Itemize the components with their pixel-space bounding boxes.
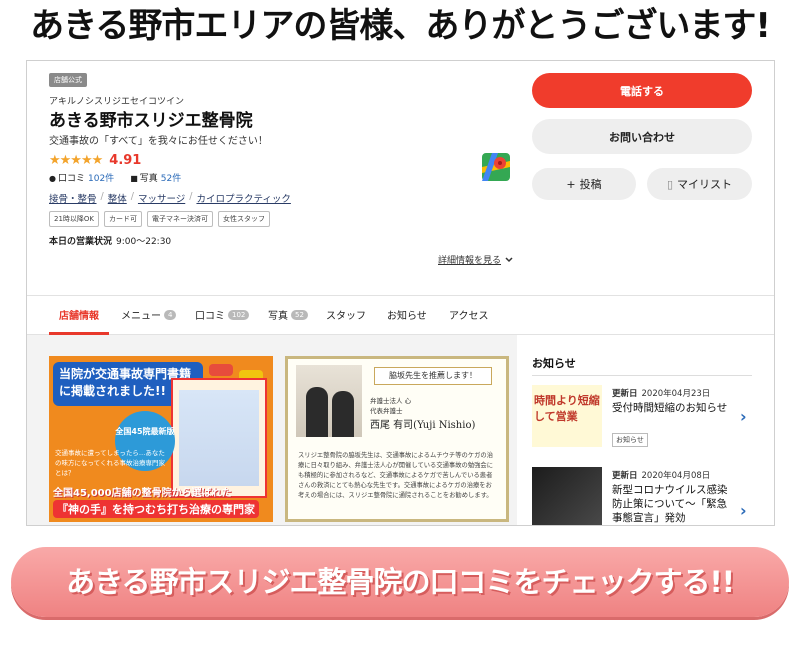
feature-tag: 女性スタッフ [218, 211, 271, 227]
news-date: 更新日 2020年04月08日 [612, 471, 711, 481]
recommendation-text: スリジエ整骨院の脇坂先生は、交通事故によるムチウチ等のケガの治療に日々取り組み、… [298, 452, 494, 499]
lawyer-firm: 弁護士法人 心 [370, 397, 412, 405]
map-icon[interactable] [482, 153, 510, 181]
shop-name: あきる野市スリジエ整骨院 [49, 111, 253, 131]
news-item[interactable]: 時間より短縮して営業 更新日 2020年04月23日 受付時間短縮のお知らせ お知… [532, 385, 760, 455]
category-link[interactable]: 整体 [108, 191, 127, 205]
chevron-down-icon [505, 256, 513, 262]
speech-bubble-icon: ● [49, 174, 56, 183]
rating-stars: ★★★★★ [49, 153, 103, 168]
tab-photos[interactable]: 写真 52 [268, 307, 308, 322]
category-link[interactable]: マッサージ [138, 191, 185, 205]
photo-count[interactable]: ■ 写真 52件 [130, 171, 181, 184]
rating: ★★★★★ 4.91 [49, 153, 141, 168]
category-link[interactable]: カイロプラクティック [196, 191, 290, 205]
car-icon [209, 364, 233, 376]
news-item[interactable]: 更新日 2020年04月08日 新型コロナウイルス感染防止策について～「緊急事態宣… [532, 467, 760, 525]
news-section-title: お知らせ [532, 357, 576, 370]
tab-count-badge: 4 [164, 309, 177, 320]
cta-reviews-button[interactable]: あきる野市スリジエ整骨院の口コミをチェックする!! [11, 547, 789, 617]
category-link[interactable]: 接骨・整骨 [49, 191, 97, 205]
lawyer-title: 代表弁護士 [370, 407, 403, 415]
tab-bar: 店舗情報 メニュー 4 口コミ 102 写真 52 スタッフ お知らせ アクセス [27, 295, 774, 335]
tab-shop-info[interactable]: 店舗情報 [59, 307, 99, 322]
more-details-link[interactable]: 詳細情報を見る [438, 253, 513, 266]
chevron-right-icon: › [740, 407, 747, 426]
review-count[interactable]: ● 口コミ 102件 [49, 171, 114, 184]
tab-news[interactable]: お知らせ [387, 307, 427, 322]
tab-access[interactable]: アクセス [449, 307, 489, 322]
promo-bottom-line2: 『神の手』を持つむち打ち治療の専門家 [53, 500, 259, 518]
news-headline: 新型コロナウイルス感染防止策について～「緊急事態宣言」発効 [612, 484, 728, 524]
tab-menu[interactable]: メニュー 4 [121, 307, 177, 322]
news-tag: お知らせ [612, 433, 648, 447]
divider [532, 375, 752, 376]
mylist-button[interactable]: ▯ マイリスト [647, 168, 752, 200]
camera-icon: ■ [130, 174, 138, 183]
inquiry-button[interactable]: お問い合わせ [532, 119, 752, 154]
recommendation-ribbon: 脇坂先生を推薦します！ [374, 367, 492, 385]
tab-count-badge: 102 [228, 309, 250, 320]
category-links: 接骨・整骨 / 整体 / マッサージ / カイロプラクティック [49, 191, 291, 205]
headline: あきる野市エリアの皆様、ありがとうございます! [30, 6, 771, 46]
rating-score: 4.91 [109, 153, 142, 168]
promo-small-text: 交通事故に遭ってしまったら…あなたの味方になってくれる事故治療専門家とは？ [55, 449, 165, 477]
staff-photo [296, 365, 362, 437]
tab-count-badge: 52 [291, 309, 308, 320]
shop-page-screenshot: 店舗公式 アキルノシスリジエセイコツイン あきる野市スリジエ整骨院 交通事故の「… [26, 60, 775, 526]
news-thumbnail [532, 467, 602, 525]
book-promo-banner[interactable]: 当院が交通事故専門書籍に掲載されました!! 全国45院最新版 交通事故に遭ってし… [49, 356, 273, 522]
feature-tag: 21時以降OK [49, 211, 100, 227]
news-thumbnail: 時間より短縮して営業 [532, 385, 602, 447]
shop-catchphrase: 交通事故の「すべて」を我々にお任せください！ [49, 136, 268, 147]
recommendation-card[interactable]: 脇坂先生を推薦します！ 弁護士法人 心 代表弁護士 西尾 有司(Yuji Nis… [285, 356, 509, 522]
book-cover [171, 378, 267, 498]
tab-staff[interactable]: スタッフ [326, 307, 366, 322]
feature-tag: 電子マネー決済可 [147, 211, 214, 227]
news-headline: 受付時間短縮のお知らせ [612, 402, 728, 414]
official-badge: 店舗公式 [49, 73, 87, 87]
feature-tag: カード可 [104, 211, 143, 227]
promo-bottom-line1: 全国45,000店舗の整骨院から選ばれた [53, 488, 232, 499]
chevron-right-icon: › [740, 501, 747, 520]
business-hours: 本日の営業状況 9:00～22:30 [49, 237, 172, 247]
call-button[interactable]: 電話する [532, 73, 752, 108]
post-button[interactable]: + 投稿 [532, 168, 636, 200]
plus-icon: + [566, 177, 576, 191]
lawyer-name: 西尾 有司(Yuji Nishio) [370, 420, 476, 431]
bookmark-icon: ▯ [666, 177, 674, 191]
counts: ● 口コミ 102件 ■ 写真 52件 [49, 171, 181, 184]
feature-tags: 21時以降OK カード可 電子マネー決済可 女性スタッフ [49, 211, 271, 227]
news-date: 更新日 2020年04月23日 [612, 389, 711, 399]
tab-reviews[interactable]: 口コミ 102 [195, 307, 250, 322]
